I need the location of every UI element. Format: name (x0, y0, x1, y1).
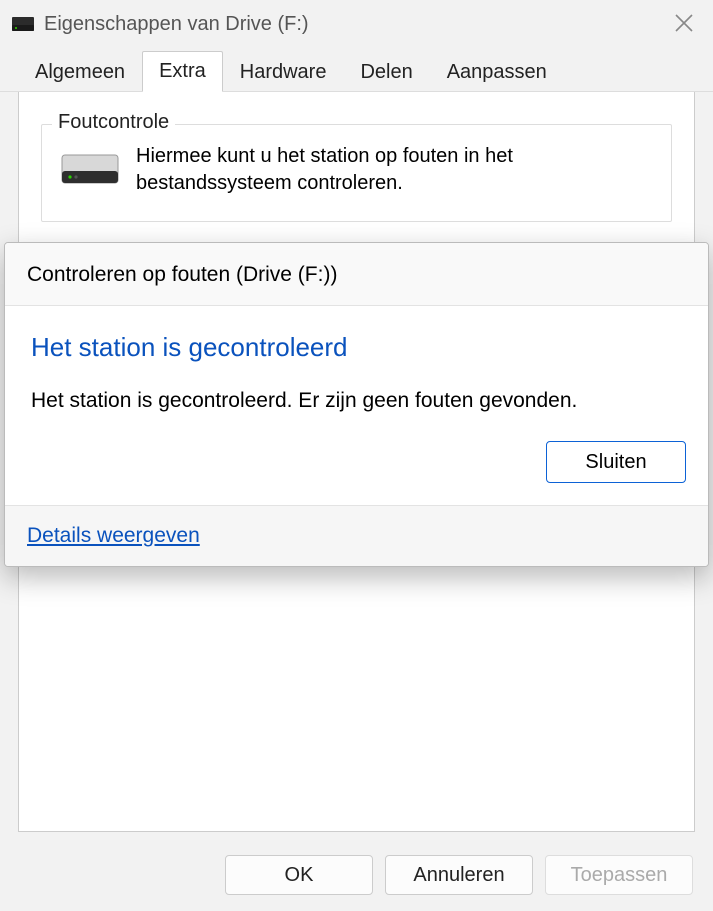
tab-delen[interactable]: Delen (343, 52, 429, 92)
popup-actions: Sluiten (5, 433, 708, 505)
close-button[interactable]: Sluiten (546, 441, 686, 483)
popup-message: Het station is gecontroleerd. Er zijn ge… (31, 389, 682, 413)
tab-algemeen[interactable]: Algemeen (18, 52, 142, 92)
error-check-group: Foutcontrole Hiermee kunt u het station … (41, 124, 672, 222)
popup-body: Het station is gecontroleerd Het station… (5, 306, 708, 433)
close-icon[interactable] (673, 10, 695, 41)
hard-drive-icon (60, 149, 120, 189)
error-check-result-dialog: Controleren op fouten (Drive (F:)) Het s… (4, 242, 709, 567)
popup-footer: Details weergeven (5, 505, 708, 566)
popup-title: Controleren op fouten (Drive (F:)) (5, 243, 708, 306)
tab-hardware[interactable]: Hardware (223, 52, 344, 92)
tab-aanpassen[interactable]: Aanpassen (430, 52, 564, 92)
apply-button: Toepassen (545, 855, 693, 895)
titlebar: Eigenschappen van Drive (F:) (0, 0, 713, 48)
tabs: Algemeen Extra Hardware Delen Aanpassen (0, 48, 713, 92)
ok-button[interactable]: OK (225, 855, 373, 895)
group-description: Hiermee kunt u het station op fouten in … (136, 143, 653, 197)
window-title: Eigenschappen van Drive (F:) (44, 13, 309, 36)
dialog-buttons: OK Annuleren Toepassen (225, 855, 693, 895)
popup-heading: Het station is gecontroleerd (31, 332, 682, 363)
tab-extra[interactable]: Extra (142, 51, 223, 92)
show-details-link[interactable]: Details weergeven (27, 524, 200, 547)
drive-icon (12, 17, 34, 31)
group-title: Foutcontrole (52, 111, 175, 134)
properties-window: Eigenschappen van Drive (F:) Algemeen Ex… (0, 0, 713, 911)
cancel-button[interactable]: Annuleren (385, 855, 533, 895)
group-row: Hiermee kunt u het station op fouten in … (60, 143, 653, 197)
